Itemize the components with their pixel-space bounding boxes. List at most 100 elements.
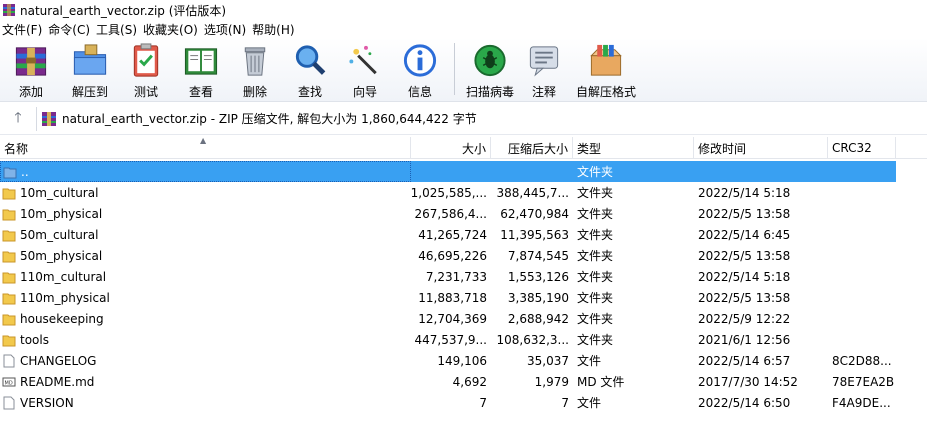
file-name: README.md bbox=[20, 374, 95, 389]
menu-file[interactable]: 文件(F) bbox=[0, 21, 46, 38]
file-name: 110m_cultural bbox=[20, 269, 107, 284]
title-bar: natural_earth_vector.zip (评估版本) bbox=[0, 0, 927, 20]
wizard-button[interactable]: 向导 bbox=[338, 38, 392, 100]
menu-options[interactable]: 选项(N) bbox=[202, 21, 250, 38]
file-row[interactable]: 10m_physical 267,586,4... 62,470,984 文件夹… bbox=[0, 203, 927, 224]
file-icon bbox=[3, 354, 15, 367]
file-row[interactable]: CHANGELOG 149,106 35,037 文件 2022/5/14 6:… bbox=[0, 350, 927, 371]
toolbar: 添加 解压到 测试 查看 删除 查找 向导 信息 扫描病毒 注释 自解压格式 bbox=[0, 38, 927, 102]
file-size: 7 bbox=[479, 395, 487, 410]
comment-icon bbox=[529, 46, 559, 77]
sfx-box-icon bbox=[590, 44, 622, 76]
file-name: 10m_cultural bbox=[20, 185, 99, 200]
sfx-button[interactable]: 自解压格式 bbox=[569, 38, 643, 100]
file-crc32 bbox=[828, 245, 896, 266]
file-modified: 2022/5/9 12:22 bbox=[698, 311, 791, 326]
file-modified: 2022/5/14 5:18 bbox=[698, 185, 791, 200]
folder-icon bbox=[2, 314, 16, 325]
file-name: 110m_physical bbox=[20, 290, 110, 305]
file-row[interactable]: VERSION 7 7 文件 2022/5/14 6:50 F4A9DE... bbox=[0, 392, 927, 413]
info-button[interactable]: 信息 bbox=[392, 38, 448, 100]
file-modified: 2022/5/14 6:45 bbox=[698, 227, 791, 242]
delete-button[interactable]: 删除 bbox=[228, 38, 282, 100]
file-type: 文件夹 bbox=[577, 207, 614, 221]
header-crc32[interactable]: CRC32 bbox=[828, 137, 896, 159]
test-button[interactable]: 测试 bbox=[118, 38, 174, 100]
menu-bar: 文件(F) 命令(C) 工具(S) 收藏夹(O) 选项(N) 帮助(H) bbox=[0, 20, 927, 38]
menu-favorites[interactable]: 收藏夹(O) bbox=[141, 21, 202, 38]
menu-tools[interactable]: 工具(S) bbox=[94, 21, 141, 38]
file-size: 12,704,369 bbox=[418, 311, 487, 326]
svg-text:MD: MD bbox=[5, 380, 13, 386]
file-row[interactable]: 10m_cultural 1,025,585,... 388,445,7... … bbox=[0, 182, 927, 203]
file-row[interactable]: tools 447,537,9... 108,632,3... 文件夹 2021… bbox=[0, 329, 927, 350]
header-type[interactable]: 类型 bbox=[573, 137, 694, 159]
menu-help[interactable]: 帮助(H) bbox=[250, 21, 298, 38]
file-crc32 bbox=[828, 266, 896, 287]
address-bar: 🡑 natural_earth_vector.zip - ZIP 压缩文件, 解… bbox=[0, 103, 927, 135]
file-size: 46,695,226 bbox=[418, 248, 487, 263]
file-crc32 bbox=[828, 329, 896, 350]
header-size[interactable]: 大小 bbox=[411, 137, 491, 159]
extract-folder-icon bbox=[73, 44, 107, 75]
header-name[interactable]: 名称 ▲ bbox=[0, 136, 411, 159]
file-type: MD 文件 bbox=[577, 375, 625, 389]
winrar-app-icon bbox=[3, 4, 15, 16]
scan-virus-button[interactable]: 扫描病毒 bbox=[461, 38, 519, 100]
folder-icon bbox=[2, 209, 16, 220]
file-packed-size: 1,553,126 bbox=[507, 269, 569, 284]
file-crc32 bbox=[828, 287, 896, 308]
file-name: 10m_physical bbox=[20, 206, 103, 221]
file-packed-size: 3,385,190 bbox=[507, 290, 569, 305]
header-packed-size[interactable]: 压缩后大小 bbox=[491, 137, 573, 159]
file-name: tools bbox=[20, 332, 49, 347]
file-crc32 bbox=[828, 224, 896, 245]
file-packed-size: 11,395,563 bbox=[500, 227, 569, 242]
up-one-level-button[interactable]: 🡑 bbox=[0, 104, 36, 134]
file-packed-size: 1,979 bbox=[534, 374, 569, 389]
file-modified: 2022/5/14 6:50 bbox=[698, 395, 791, 410]
zip-archive-icon bbox=[42, 111, 56, 126]
file-row[interactable]: 110m_cultural 7,231,733 1,553,126 文件夹 20… bbox=[0, 266, 927, 287]
comment-button[interactable]: 注释 bbox=[519, 38, 569, 100]
file-crc32 bbox=[828, 161, 896, 182]
file-size: 447,537,9... bbox=[414, 332, 487, 347]
window-title: natural_earth_vector.zip (评估版本) bbox=[20, 3, 227, 18]
file-crc32 bbox=[828, 203, 896, 224]
magnifier-icon bbox=[295, 45, 326, 75]
file-row[interactable]: .. 文件夹 bbox=[0, 161, 927, 182]
file-crc32: 8C2D88... bbox=[832, 353, 892, 368]
magic-wand-icon bbox=[349, 45, 377, 75]
file-modified: 2022/5/5 13:58 bbox=[698, 248, 791, 263]
view-button[interactable]: 查看 bbox=[174, 38, 228, 100]
file-row[interactable]: MD README.md 4,692 1,979 MD 文件 2017/7/30… bbox=[0, 371, 927, 392]
trash-icon bbox=[244, 47, 266, 76]
menu-commands[interactable]: 命令(C) bbox=[46, 21, 94, 38]
file-crc32: 78E7EA2B bbox=[832, 374, 895, 389]
file-packed-size: 7,874,545 bbox=[507, 248, 569, 263]
test-clipboard-icon bbox=[133, 43, 159, 77]
add-button[interactable]: 添加 bbox=[0, 38, 62, 100]
file-crc32 bbox=[828, 182, 896, 203]
file-type: 文件夹 bbox=[577, 333, 614, 347]
file-modified: 2021/6/1 12:56 bbox=[698, 332, 791, 347]
find-button[interactable]: 查找 bbox=[282, 38, 338, 100]
file-size: 1,025,585,... bbox=[411, 185, 487, 200]
file-type: 文件夹 bbox=[577, 249, 614, 263]
folder-icon bbox=[2, 188, 16, 199]
file-name: housekeeping bbox=[20, 311, 104, 326]
md-file-icon: MD bbox=[2, 377, 16, 386]
file-packed-size: 388,445,7... bbox=[496, 185, 569, 200]
file-size: 267,586,4... bbox=[414, 206, 487, 221]
file-type: 文件夹 bbox=[577, 228, 614, 242]
extract-to-button[interactable]: 解压到 bbox=[62, 38, 118, 100]
file-row[interactable]: 50m_physical 46,695,226 7,874,545 文件夹 20… bbox=[0, 245, 927, 266]
file-type: 文件夹 bbox=[577, 186, 614, 200]
archive-path[interactable]: natural_earth_vector.zip - ZIP 压缩文件, 解包大… bbox=[62, 110, 477, 127]
file-row[interactable]: 50m_cultural 41,265,724 11,395,563 文件夹 2… bbox=[0, 224, 927, 245]
file-row[interactable]: housekeeping 12,704,369 2,688,942 文件夹 20… bbox=[0, 308, 927, 329]
arrow-up-icon: 🡑 bbox=[14, 109, 22, 126]
file-icon bbox=[3, 396, 15, 409]
header-modified[interactable]: 修改时间 bbox=[694, 137, 828, 159]
file-row[interactable]: 110m_physical 11,883,718 3,385,190 文件夹 2… bbox=[0, 287, 927, 308]
